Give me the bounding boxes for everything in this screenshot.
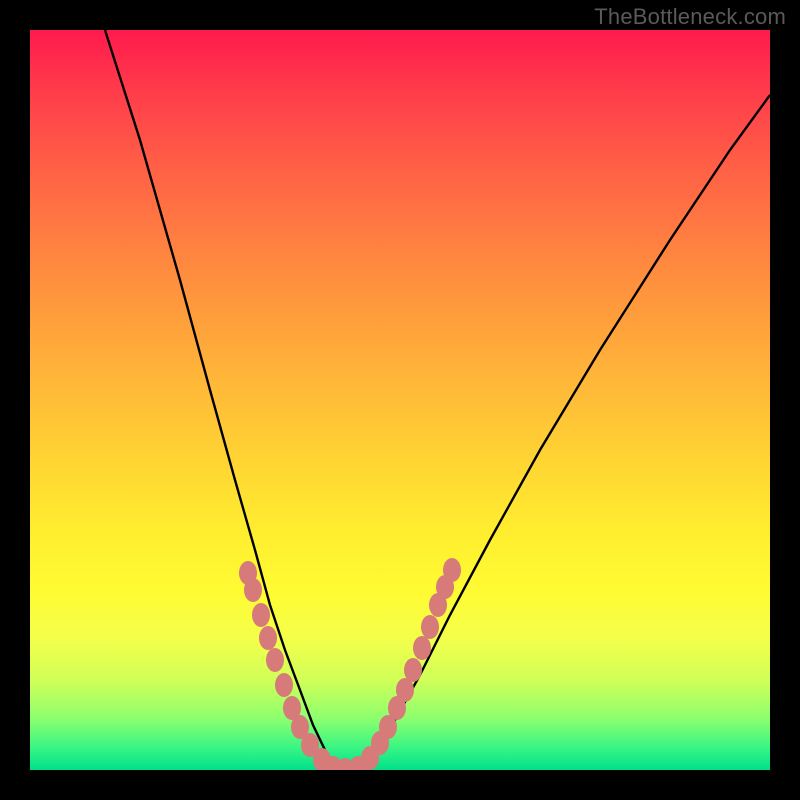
data-point [244, 578, 262, 602]
data-point [266, 648, 284, 672]
data-points-group [239, 558, 461, 770]
curve-left [105, 30, 345, 770]
data-point [421, 615, 439, 639]
plot-area [30, 30, 770, 770]
data-point [275, 673, 293, 697]
chart-svg [30, 30, 770, 770]
curve-group [105, 30, 770, 770]
data-point [413, 636, 431, 660]
data-point [443, 558, 461, 582]
data-point [259, 626, 277, 650]
data-point [404, 658, 422, 682]
watermark-text: TheBottleneck.com [594, 4, 786, 30]
data-point [252, 603, 270, 627]
chart-frame: TheBottleneck.com [0, 0, 800, 800]
